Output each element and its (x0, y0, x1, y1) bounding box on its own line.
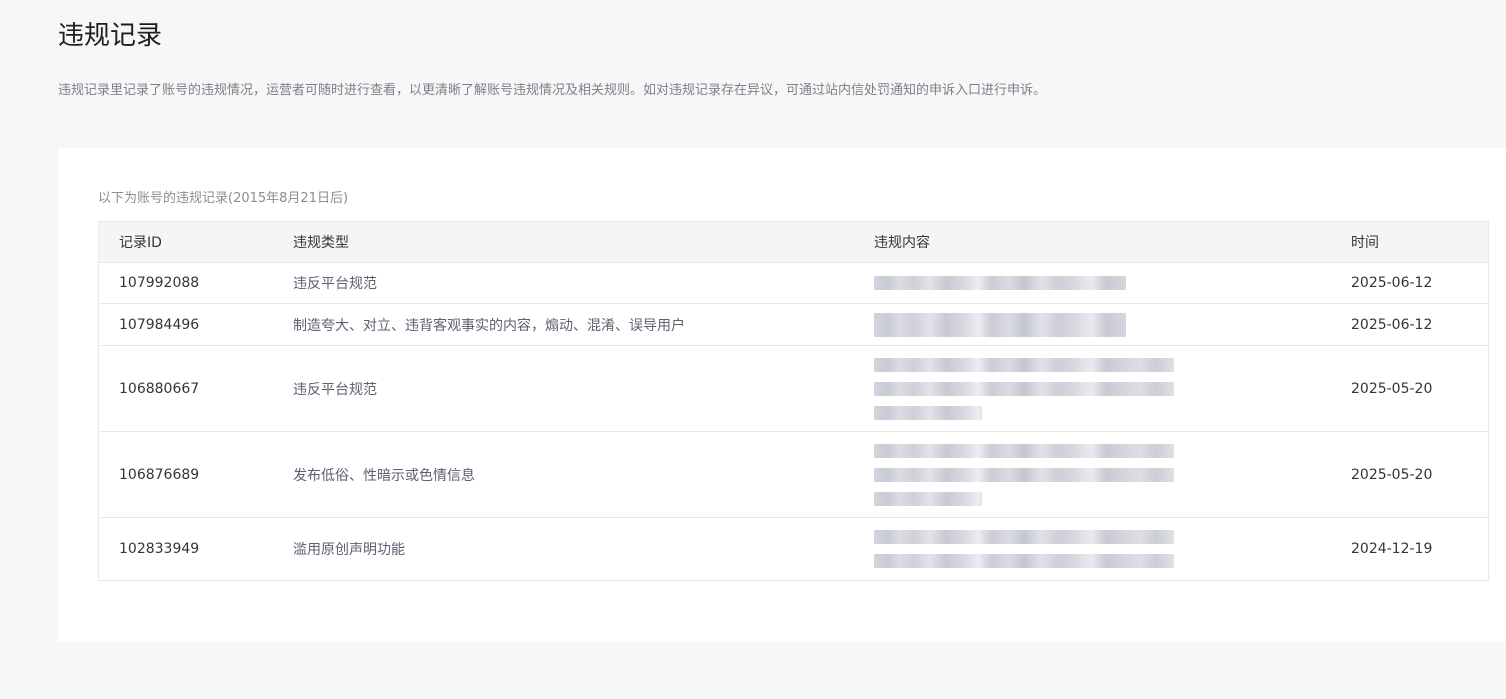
blurred-line (874, 491, 982, 506)
record-id: 106880667 (98, 345, 293, 432)
blurred-line (874, 276, 1126, 290)
violation-type: 违反平台规范 (293, 345, 874, 432)
record-time: 2025-06-12 (1351, 303, 1489, 346)
table-row: 107984496 制造夸大、对立、违背客观事实的内容，煽动、混淆、误导用户 2… (98, 303, 1489, 346)
violation-type: 违反平台规范 (293, 262, 874, 304)
blurred-line (874, 381, 1174, 396)
violation-records-table: 记录ID 违规类型 违规内容 时间 107992088 违反平台规范 2025-… (98, 221, 1489, 581)
violation-content (874, 262, 1351, 304)
blurred-line (874, 405, 982, 420)
table-header-row: 记录ID 违规类型 违规内容 时间 (98, 221, 1489, 263)
blurred-line (874, 357, 1174, 372)
blurred-line (874, 443, 1174, 458)
page-description: 违规记录里记录了账号的违规情况，运营者可随时进行查看，以更清晰了解账号违规情况及… (58, 83, 1047, 98)
record-id: 107992088 (98, 262, 293, 304)
header-violation-type: 违规类型 (293, 221, 874, 263)
violation-content (874, 345, 1351, 432)
blurred-content (874, 312, 1176, 337)
record-time: 2025-05-20 (1351, 345, 1489, 432)
record-time: 2025-06-12 (1351, 262, 1489, 304)
record-time: 2024-12-19 (1351, 517, 1489, 581)
blurred-content (874, 276, 1176, 290)
record-id: 106876689 (98, 431, 293, 518)
header-record-id: 记录ID (98, 221, 293, 263)
table-row: 106876689 发布低俗、性暗示或色情信息 2025-05-20 (98, 431, 1489, 518)
records-card: 以下为账号的违规记录(2015年8月21日后) 记录ID 违规类型 违规内容 时… (58, 148, 1506, 642)
violation-type: 滥用原创声明功能 (293, 517, 874, 581)
table-row: 106880667 违反平台规范 2025-05-20 (98, 345, 1489, 432)
blurred-content (874, 357, 1176, 420)
header-violation-content: 违规内容 (874, 221, 1351, 263)
blurred-line (874, 530, 1174, 544)
record-time: 2025-05-20 (1351, 431, 1489, 518)
violation-content (874, 517, 1351, 581)
page-title: 违规记录 (58, 21, 163, 51)
header-time: 时间 (1351, 221, 1489, 263)
blurred-content (874, 443, 1176, 506)
record-id: 107984496 (98, 303, 293, 346)
table-row: 102833949 滥用原创声明功能 2024-12-19 (98, 517, 1489, 581)
records-caption: 以下为账号的违规记录(2015年8月21日后) (98, 191, 349, 206)
violation-type: 制造夸大、对立、违背客观事实的内容，煽动、混淆、误导用户 (293, 303, 874, 346)
violation-content (874, 431, 1351, 518)
blurred-line (874, 554, 1174, 568)
record-id: 102833949 (98, 517, 293, 581)
blurred-content (874, 530, 1176, 568)
blurred-line (874, 312, 1126, 337)
table-row: 107992088 违反平台规范 2025-06-12 (98, 262, 1489, 304)
blurred-line (874, 467, 1174, 482)
violation-content (874, 303, 1351, 346)
violation-type: 发布低俗、性暗示或色情信息 (293, 431, 874, 518)
